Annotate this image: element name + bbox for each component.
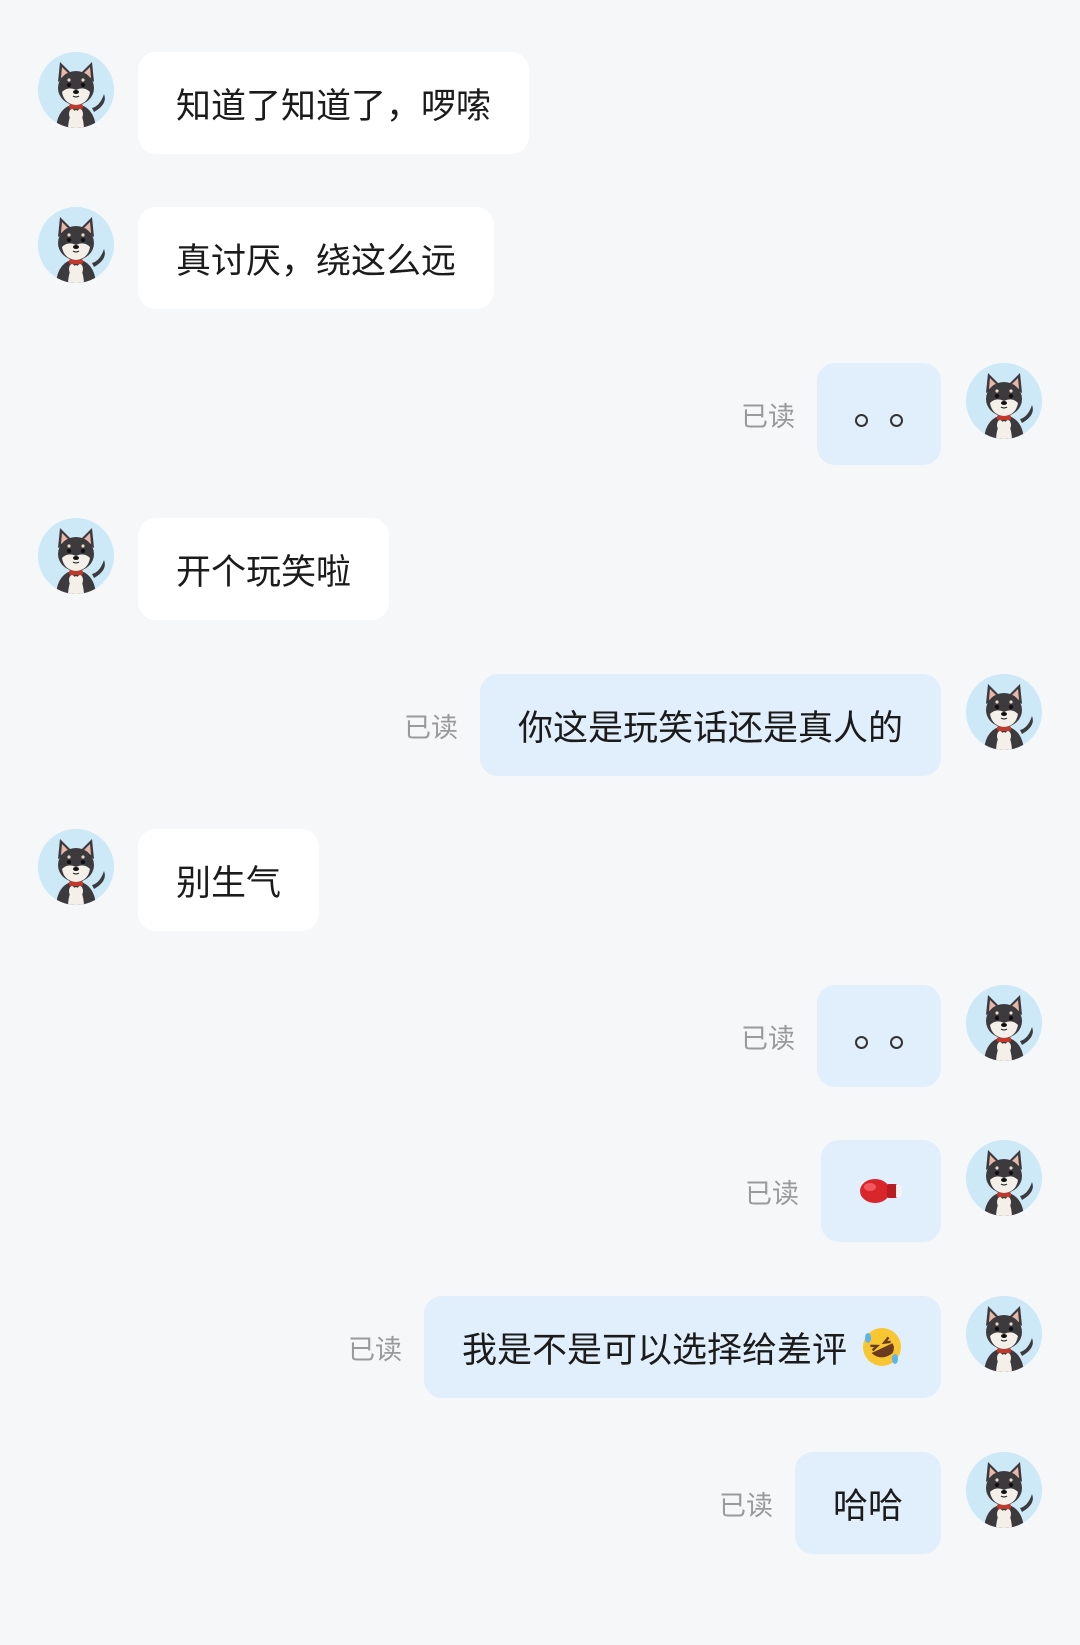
avatar[interactable] xyxy=(966,674,1042,750)
avatar[interactable] xyxy=(38,518,114,594)
read-receipt: 已读 xyxy=(741,1023,795,1055)
avatar[interactable] xyxy=(966,1452,1042,1528)
avatar[interactable] xyxy=(966,363,1042,439)
chat-message-row: 已读 xyxy=(0,1140,1080,1244)
avatar[interactable] xyxy=(966,1296,1042,1372)
shiba-dog-avatar-icon xyxy=(966,985,1042,1061)
read-receipt: 已读 xyxy=(404,712,458,744)
message-bubble[interactable]: 真讨厌，绕这么远 xyxy=(138,207,495,309)
message-bubble[interactable] xyxy=(821,1140,941,1242)
message-bubble[interactable] xyxy=(817,363,941,465)
message-bubble[interactable]: 哈哈 xyxy=(794,1452,941,1554)
shiba-dog-avatar-icon xyxy=(966,1140,1042,1216)
avatar[interactable] xyxy=(966,985,1042,1061)
rolling-on-floor-laughing-icon xyxy=(861,1326,903,1368)
message-text xyxy=(855,402,903,427)
chat-message-row: 已读 xyxy=(0,363,1080,467)
chat-message-row: 你这是玩笑话还是真人的 已读 xyxy=(0,674,1080,778)
chat-message-row: 我是不是可以选择给差评 已读 xyxy=(0,1296,1080,1400)
message-bubble[interactable]: 你这是玩笑话还是真人的 xyxy=(479,674,941,776)
avatar[interactable] xyxy=(38,207,114,283)
message-bubble[interactable]: 开个玩笑啦 xyxy=(138,518,390,620)
chat-message-row: 知道了知道了，啰嗦 xyxy=(0,52,1080,156)
boxing-glove-icon xyxy=(859,1176,903,1206)
chat-message-row: 开个玩笑啦 xyxy=(0,518,1080,622)
message-text xyxy=(855,1024,903,1049)
shiba-dog-avatar-icon xyxy=(966,1296,1042,1372)
message-text: 哈哈 xyxy=(832,1486,903,1527)
message-text: 你这是玩笑话还是真人的 xyxy=(517,708,903,749)
message-text: 开个玩笑啦 xyxy=(176,552,352,593)
shiba-dog-avatar-icon xyxy=(966,674,1042,750)
read-receipt: 已读 xyxy=(719,1490,773,1522)
message-bubble[interactable]: 知道了知道了，啰嗦 xyxy=(138,52,530,154)
read-receipt: 已读 xyxy=(745,1178,799,1210)
read-receipt: 已读 xyxy=(348,1334,402,1366)
avatar[interactable] xyxy=(38,52,114,128)
shiba-dog-avatar-icon xyxy=(38,52,114,128)
avatar[interactable] xyxy=(966,1140,1042,1216)
shiba-dog-avatar-icon xyxy=(38,207,114,283)
message-text: 真讨厌，绕这么远 xyxy=(176,241,457,282)
read-receipt: 已读 xyxy=(741,401,795,433)
message-text: 别生气 xyxy=(176,863,282,904)
shiba-dog-avatar-icon xyxy=(966,1452,1042,1528)
chat-message-row: 真讨厌，绕这么远 xyxy=(0,207,1080,311)
chat-message-row: 别生气 xyxy=(0,829,1080,933)
message-text: 知道了知道了，啰嗦 xyxy=(176,86,492,127)
shiba-dog-avatar-icon xyxy=(966,363,1042,439)
chat-message-row: 哈哈 已读 xyxy=(0,1452,1080,1556)
message-text: 我是不是可以选择给差评 xyxy=(461,1330,847,1371)
chat-message-row: 已读 xyxy=(0,985,1080,1089)
shiba-dog-avatar-icon xyxy=(38,518,114,594)
message-bubble[interactable] xyxy=(817,985,941,1087)
shiba-dog-avatar-icon xyxy=(38,829,114,905)
message-bubble[interactable]: 别生气 xyxy=(138,829,320,931)
avatar[interactable] xyxy=(38,829,114,905)
message-bubble[interactable]: 我是不是可以选择给差评 xyxy=(423,1296,941,1398)
